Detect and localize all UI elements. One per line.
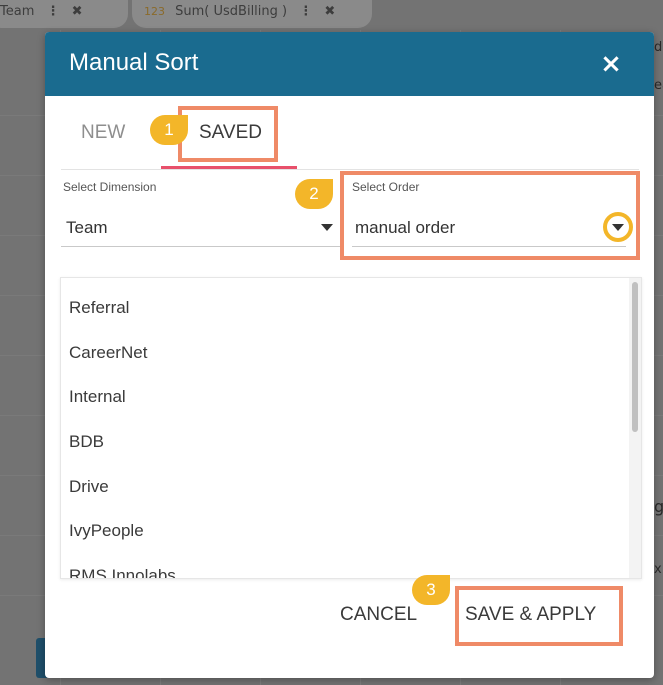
close-icon: ✖: [324, 4, 336, 19]
save-apply-button[interactable]: SAVE & APPLY: [465, 604, 596, 626]
list-item[interactable]: Drive: [69, 477, 109, 497]
background-text: d: [654, 40, 663, 55]
close-icon: ✖: [71, 4, 83, 19]
dialog-title: Manual Sort: [69, 49, 199, 76]
cancel-button[interactable]: CANCEL: [340, 604, 417, 626]
dropdown-caret-icon[interactable]: [321, 224, 333, 231]
close-icon[interactable]: ×: [598, 51, 624, 77]
chip-label: Team: [0, 4, 35, 19]
dropdown-caret-icon[interactable]: [612, 224, 624, 231]
select-dimension-underline: [61, 246, 341, 247]
more-vert-icon: ⋮: [299, 4, 313, 19]
list-item[interactable]: IvyPeople: [69, 521, 144, 541]
background-text: ea: [654, 78, 663, 93]
list-item[interactable]: Internal: [69, 387, 126, 407]
background-text: g: [654, 497, 663, 516]
scrollbar-thumb[interactable]: [632, 282, 638, 432]
select-dimension-label: Select Dimension: [63, 180, 157, 194]
dialog-header: Manual Sort ×: [45, 32, 654, 96]
select-order-label: Select Order: [352, 180, 420, 194]
chip-label: Sum( UsdBilling ): [175, 4, 288, 19]
list-item[interactable]: Referral: [69, 298, 129, 318]
highlight-box-saved: [178, 106, 278, 162]
step-badge-3: 3: [412, 575, 450, 605]
list-item[interactable]: CareerNet: [69, 343, 147, 363]
sort-order-list[interactable]: Referral CareerNet Internal BDB Drive Iv…: [60, 277, 642, 579]
list-item[interactable]: BDB: [69, 432, 104, 452]
select-dimension-value[interactable]: Team: [66, 218, 108, 238]
tab-new[interactable]: NEW: [81, 122, 125, 144]
step-badge-2: 2: [295, 179, 333, 209]
chip-prefix: 123: [144, 5, 165, 18]
tab-divider: [61, 169, 639, 170]
background-text: x: [654, 562, 662, 577]
select-order-value[interactable]: manual order: [355, 218, 455, 238]
background-chip-team: Team ⋮ ✖: [0, 0, 128, 28]
step-badge-1: 1: [150, 115, 188, 145]
select-order-underline: [352, 246, 626, 247]
more-vert-icon: ⋮: [46, 4, 60, 19]
list-item[interactable]: RMS Innolabs: [69, 566, 176, 578]
manual-sort-dialog: Manual Sort × NEW SAVED 1 Select Dimensi…: [45, 32, 654, 678]
background-chip-measure: 123 Sum( UsdBilling ) ⋮ ✖: [132, 0, 372, 28]
